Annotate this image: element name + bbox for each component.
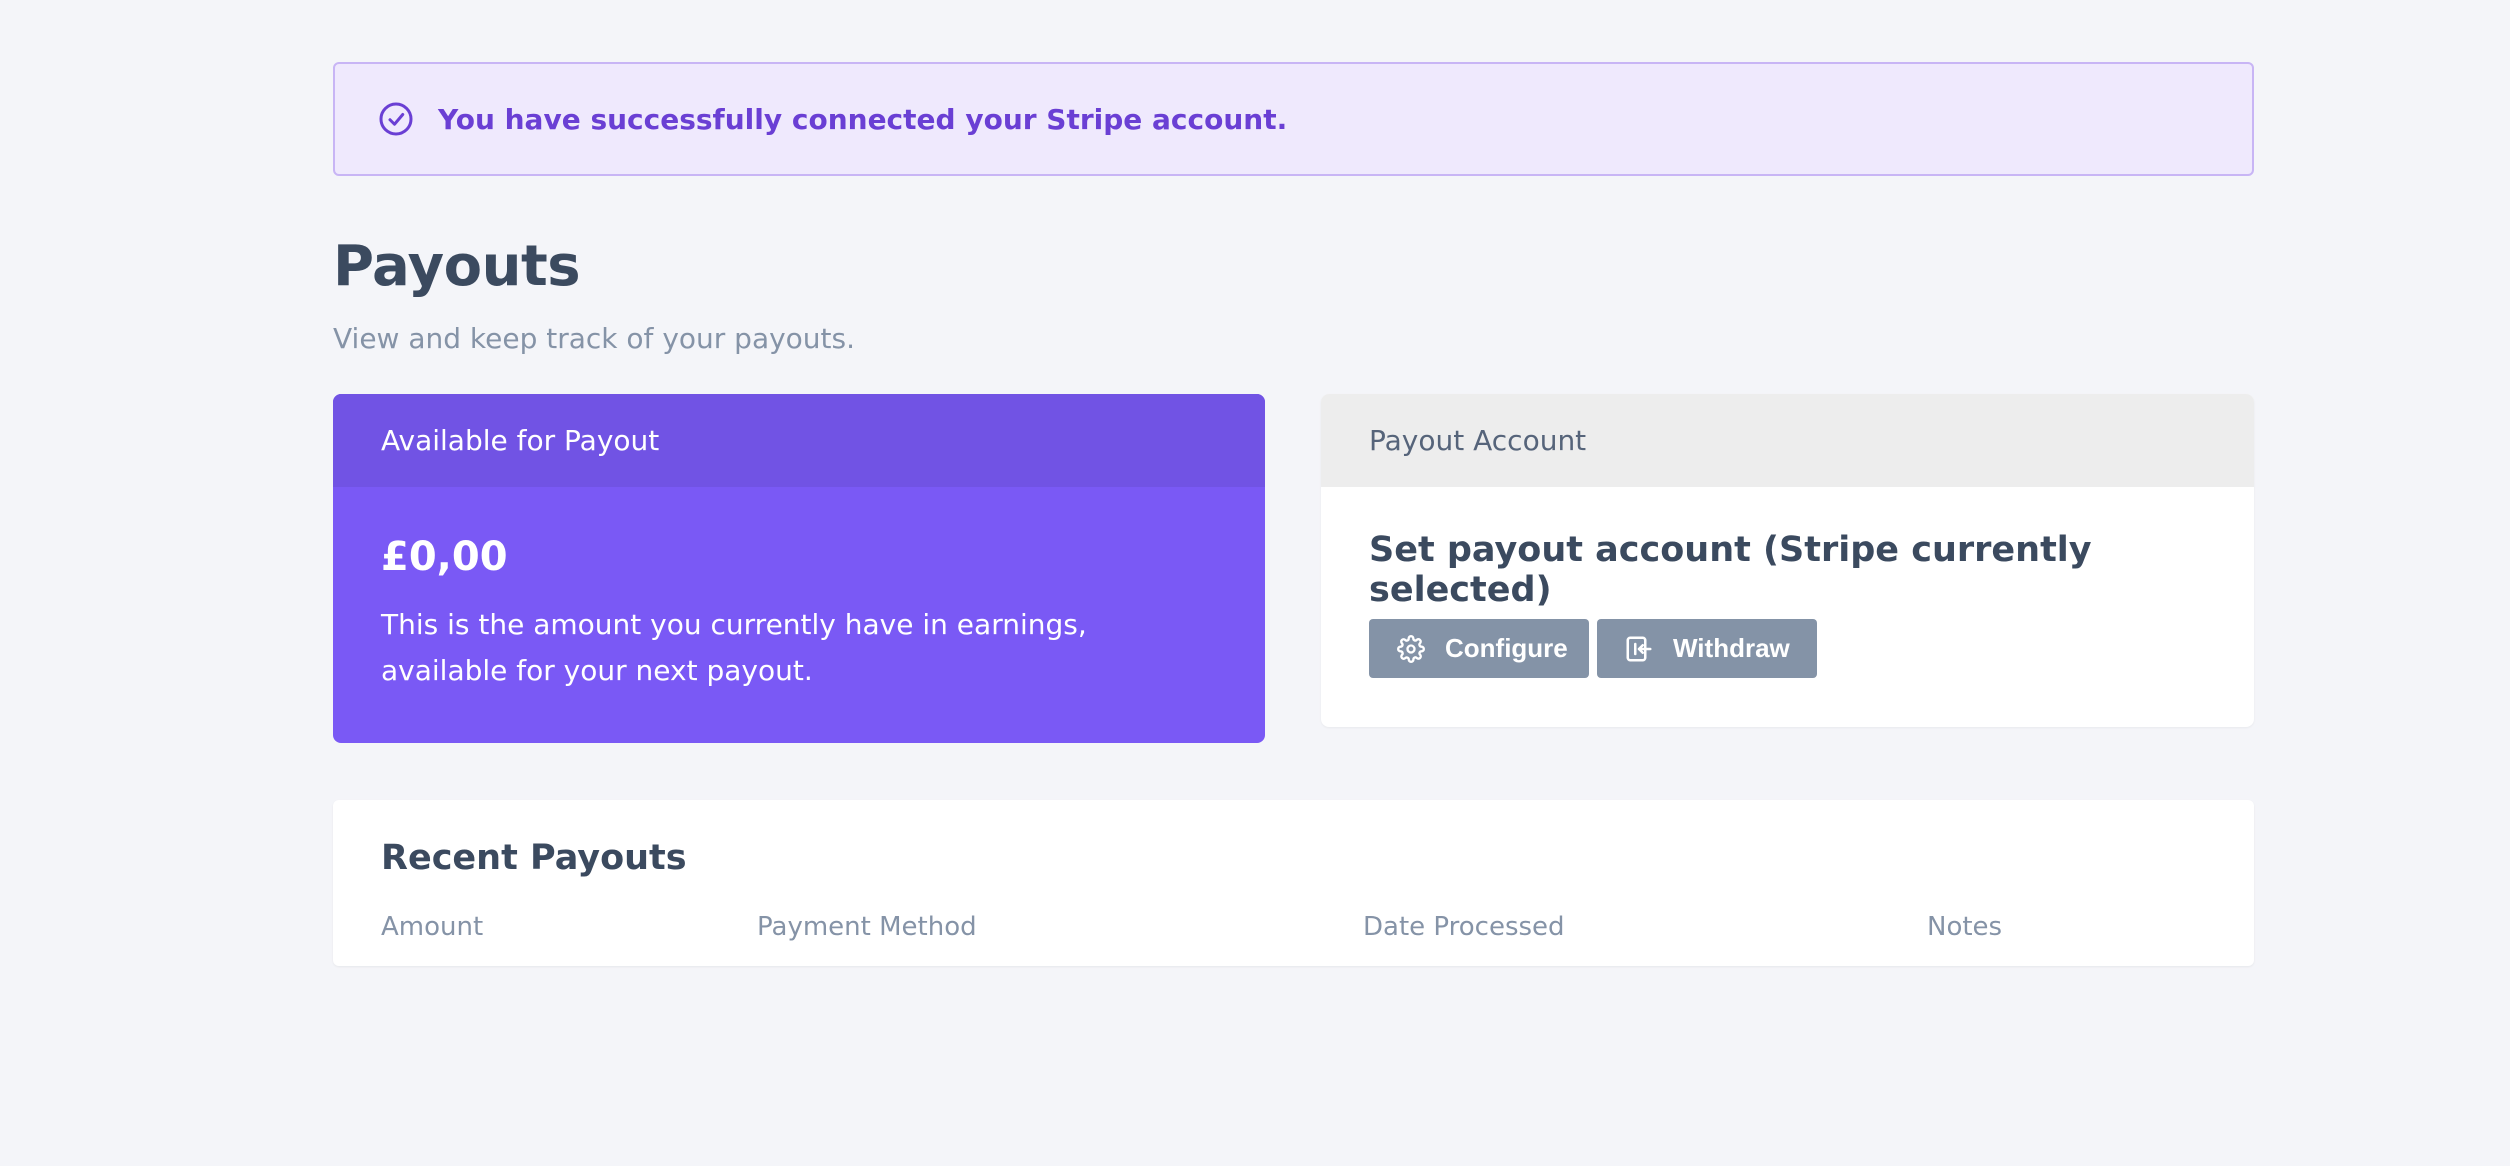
available-amount: £0,00 bbox=[381, 534, 508, 580]
page-subtitle: View and keep track of your payouts. bbox=[333, 322, 856, 355]
column-header-date-processed: Date Processed bbox=[1363, 912, 1565, 942]
column-header-notes: Notes bbox=[1927, 912, 2003, 942]
configure-label: Configure bbox=[1445, 633, 1568, 663]
payout-account-card: Payout Account Set payout account (Strip… bbox=[1321, 394, 2254, 727]
recent-payouts-title: Recent Payouts bbox=[381, 838, 687, 878]
account-card-title: Set payout account (Stripe currently sel… bbox=[1369, 530, 2092, 610]
withdraw-button[interactable]: Withdraw bbox=[1597, 619, 1817, 678]
alert-message: You have successfully connected your Str… bbox=[438, 102, 1288, 136]
page-title: Payouts bbox=[333, 234, 581, 299]
withdraw-icon bbox=[1623, 633, 1655, 665]
recent-payouts-card: Recent Payouts Amount Payment Method Dat… bbox=[333, 800, 2254, 966]
configure-button[interactable]: Configure bbox=[1369, 619, 1589, 678]
success-alert: You have successfully connected your Str… bbox=[333, 62, 2254, 176]
available-card-heading: Available for Payout bbox=[333, 394, 1265, 487]
withdraw-label: Withdraw bbox=[1673, 633, 1790, 663]
check-circle-icon bbox=[377, 100, 415, 138]
column-header-payment-method: Payment Method bbox=[757, 912, 977, 942]
available-description: This is the amount you currently have in… bbox=[381, 608, 1087, 687]
gear-icon bbox=[1395, 633, 1427, 665]
available-for-payout-card: Available for Payout £0,00 This is the a… bbox=[333, 394, 1265, 743]
account-card-heading: Payout Account bbox=[1321, 394, 2254, 487]
column-header-amount: Amount bbox=[381, 912, 484, 942]
